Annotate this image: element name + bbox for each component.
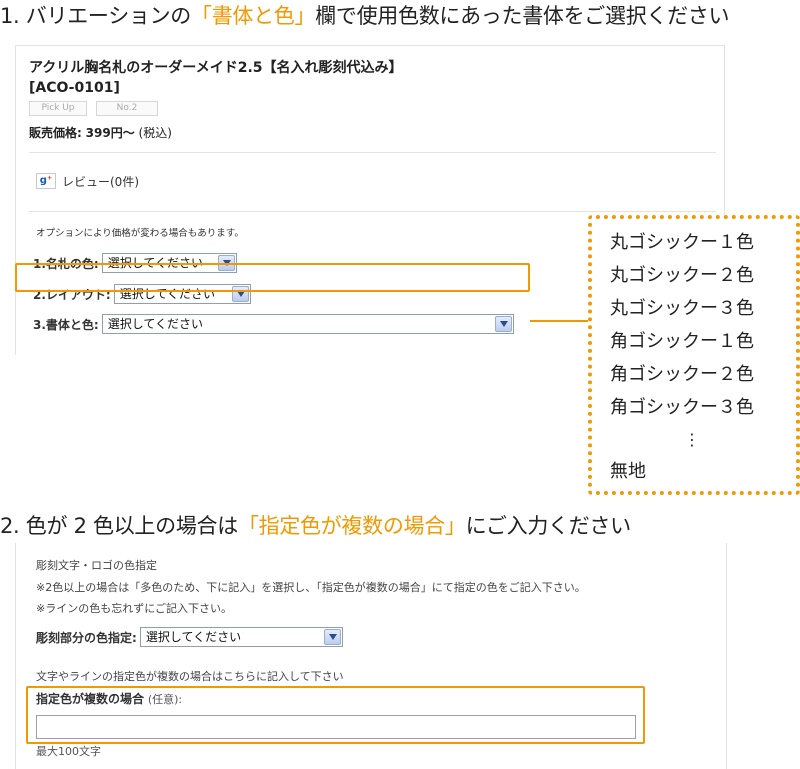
option-font-color: 3.書体と色: 選択してください	[33, 313, 514, 335]
heading-2-highlight: 「指定色が複数の場合」	[237, 514, 466, 538]
select-value: 選択してください	[145, 630, 242, 644]
heading-1-suffix: 欄で使用色数にあった書体をご選択ください	[315, 4, 730, 28]
highlight-multi-color-field	[26, 686, 645, 744]
tag-pickup: Pick Up	[29, 101, 87, 116]
price-value: 399円〜	[85, 126, 135, 140]
font-option-ellipsis: ⋮	[684, 430, 700, 449]
heading-2-suffix: にご入力ください	[465, 514, 631, 538]
option-label: 3.書体と色:	[33, 317, 99, 332]
divider	[29, 152, 716, 153]
google-plus-icon: g⁺	[36, 173, 56, 189]
highlight-font-color-select	[15, 263, 530, 292]
chevron-down-icon[interactable]	[323, 629, 341, 645]
engraving-note: ※2色以上の場合は「多色のため、下に記入」を選択し、「指定色が複数の場合」にて指…	[36, 581, 586, 594]
price-label: 販売価格:	[29, 126, 82, 140]
font-option: 角ゴシックー２色	[610, 364, 754, 385]
product-title: アクリル胸名札のオーダーメイド2.5【名入れ彫刻代込み】	[29, 60, 403, 76]
char-limit-note: 最大100文字	[36, 745, 101, 758]
multi-color-note: 文字やラインの指定色が複数の場合はこちらに記入して下さい	[36, 670, 344, 683]
font-options-callout: 丸ゴシックー１色 丸ゴシックー２色 丸ゴシックー３色 角ゴシックー１色 角ゴシッ…	[588, 215, 800, 495]
select-value: 選択してください	[107, 317, 203, 331]
chevron-down-icon[interactable]	[494, 316, 512, 332]
heading-1-prefix: 1. バリエーションの	[0, 4, 191, 28]
font-option: 丸ゴシックー２色	[610, 265, 754, 286]
callout-connector	[530, 320, 590, 322]
review-link[interactable]: g⁺ レビュー(0件)	[36, 172, 139, 190]
font-option: 丸ゴシックー１色	[610, 232, 754, 253]
review-text: レビュー(0件)	[62, 174, 139, 189]
product-code: [ACO-0101]	[29, 80, 120, 96]
price-row: 販売価格: 399円〜 (税込)	[29, 124, 172, 142]
font-option: 角ゴシックー３色	[610, 397, 754, 418]
instruction-heading-2: 2. 色が 2 色以上の場合は「指定色が複数の場合」にご入力ください	[0, 512, 631, 540]
option-note: オプションにより価格が変わる場合もあります。	[36, 228, 244, 239]
heading-2-prefix: 2. 色が 2 色以上の場合は	[0, 514, 238, 538]
engraving-color-select[interactable]: 選択してください	[139, 627, 343, 647]
engraving-note: ※ラインの色も忘れずにご記入下さい。	[36, 602, 232, 615]
font-option-plain: 無地	[610, 461, 646, 482]
engraving-title: 彫刻文字・ロゴの色指定	[36, 559, 157, 572]
heading-1-highlight: 「書体と色」	[191, 4, 316, 28]
instruction-heading-1: 1. バリエーションの「書体と色」欄で使用色数にあった書体をご選択ください	[0, 2, 730, 30]
engraving-select-label: 彫刻部分の色指定:	[36, 630, 137, 645]
price-tax: (税込)	[138, 126, 172, 140]
font-color-select[interactable]: 選択してください	[101, 314, 514, 334]
font-option: 角ゴシックー１色	[610, 331, 754, 352]
engraving-color-row: 彫刻部分の色指定: 選択してください	[36, 626, 343, 648]
font-option: 丸ゴシックー３色	[610, 298, 754, 319]
divider	[29, 211, 716, 212]
tag-rank: No.2	[96, 101, 158, 116]
